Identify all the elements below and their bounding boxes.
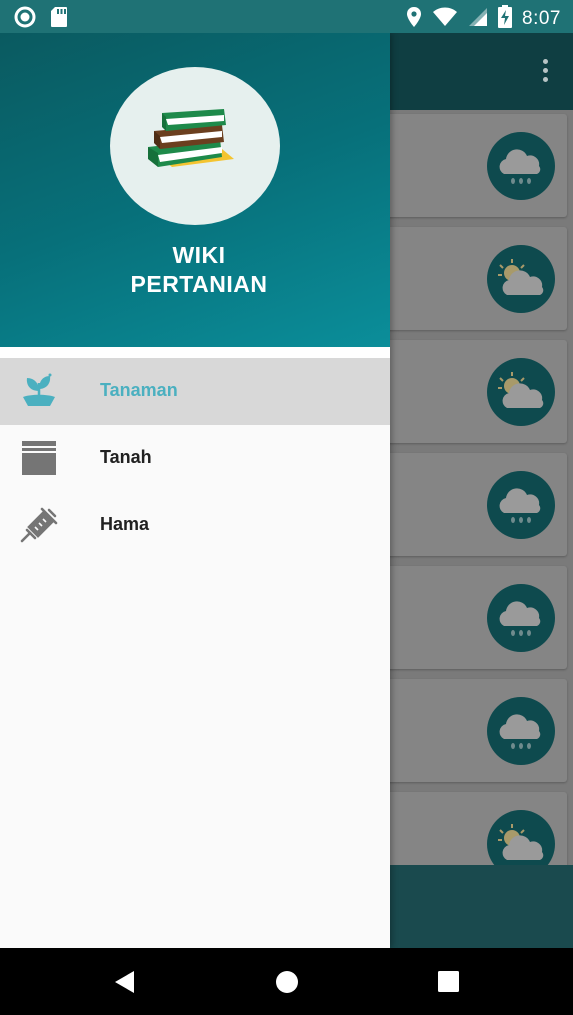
drawer-item-label: Hama xyxy=(100,514,150,534)
back-button[interactable] xyxy=(112,969,138,995)
books-icon xyxy=(110,109,280,229)
wifi-icon xyxy=(432,7,458,32)
app-title-line2: PERTANIAN xyxy=(130,271,268,297)
drawer-header: WIKI PERTANIAN xyxy=(0,33,390,347)
system-nav-bar xyxy=(0,948,573,1015)
navigation-drawer: WIKI PERTANIAN Tanaman Tanah Hama xyxy=(0,33,390,948)
app-logo xyxy=(110,67,280,225)
sd-card-icon xyxy=(50,6,68,33)
drawer-item-tanah[interactable]: Tanah xyxy=(0,425,390,492)
sun-cloud-icon xyxy=(487,358,555,426)
location-icon xyxy=(406,6,422,33)
status-bar: 8:07 xyxy=(0,0,573,33)
plant-icon xyxy=(20,373,58,409)
battery-charging-icon xyxy=(498,5,513,33)
drawer-divider xyxy=(0,347,390,358)
rain-cloud-icon xyxy=(487,697,555,765)
drawer-item-tanaman[interactable]: Tanaman xyxy=(0,358,390,425)
rain-cloud-icon xyxy=(487,132,555,200)
recents-button[interactable] xyxy=(436,969,462,995)
rain-cloud-icon xyxy=(487,471,555,539)
app-title: WIKI PERTANIAN xyxy=(0,241,398,299)
overflow-menu-icon[interactable] xyxy=(541,59,549,85)
home-button[interactable] xyxy=(274,969,300,995)
app-title-line1: WIKI xyxy=(172,242,226,268)
syringe-icon xyxy=(20,507,58,543)
cell-signal-icon xyxy=(468,7,488,32)
soil-layers-icon xyxy=(20,440,58,476)
sun-cloud-icon xyxy=(487,245,555,313)
drawer-item-label: Tanah xyxy=(100,447,152,467)
drawer-item-label: Tanaman xyxy=(100,380,178,400)
status-time: 8:07 xyxy=(522,8,561,29)
rain-cloud-icon xyxy=(487,584,555,652)
drawer-menu: Tanaman Tanah Hama xyxy=(0,358,390,559)
record-icon xyxy=(14,6,36,33)
drawer-item-hama[interactable]: Hama xyxy=(0,492,390,559)
sun-cloud-icon xyxy=(487,810,555,865)
